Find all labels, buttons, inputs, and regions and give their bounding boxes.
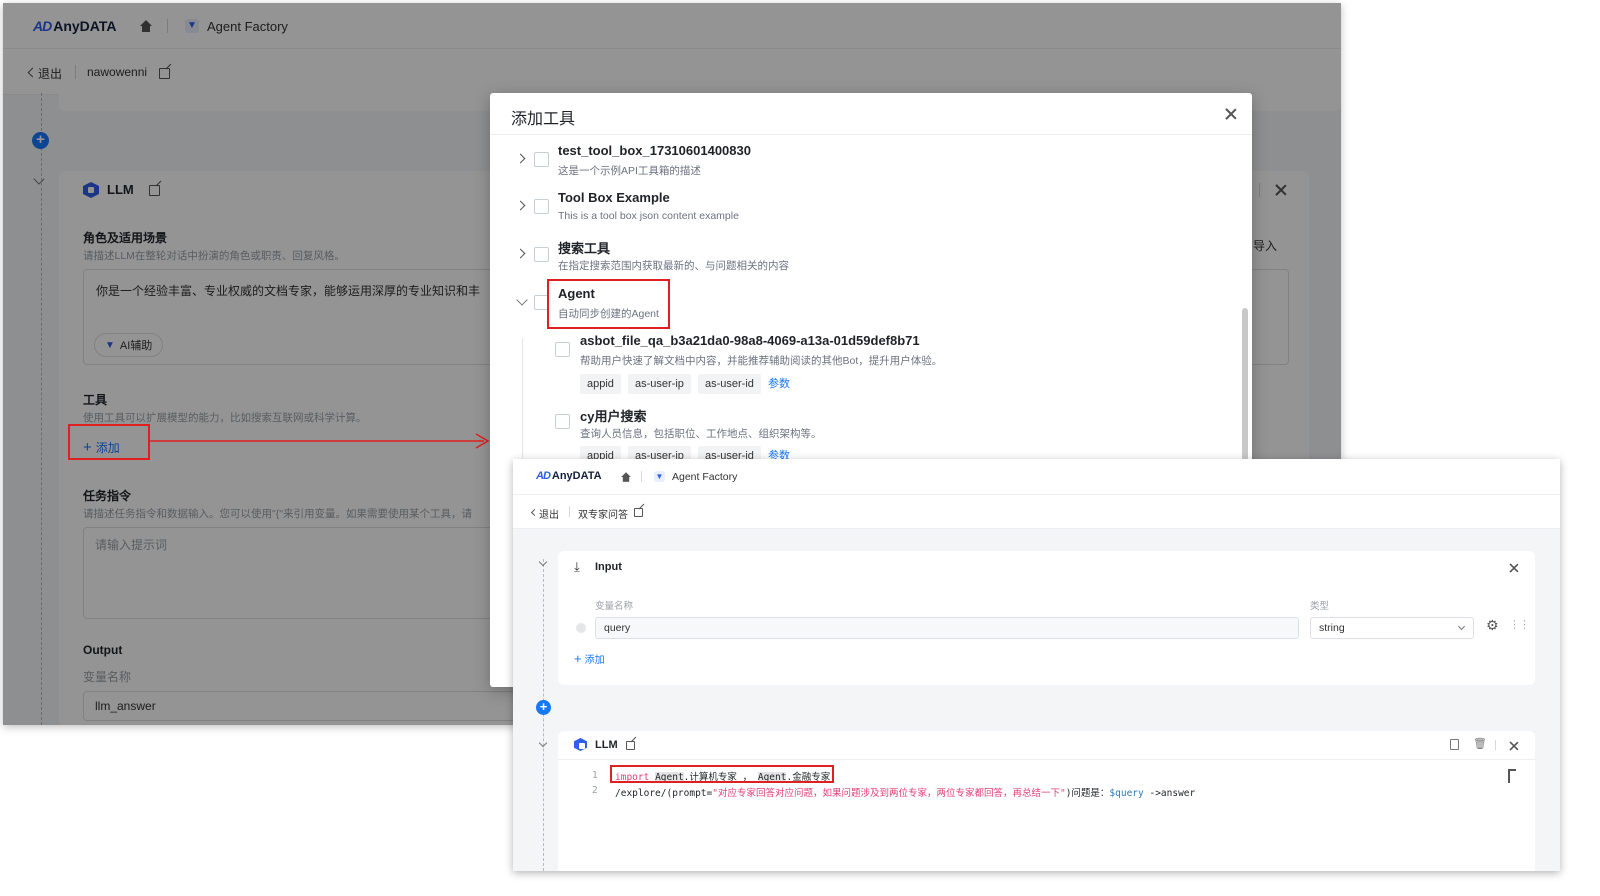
expand-chevron-icon[interactable] bbox=[515, 248, 526, 259]
tool-name: test_tool_box_17310601400830 bbox=[558, 143, 751, 158]
collapse-chevron-icon[interactable] bbox=[516, 294, 528, 306]
annotation-box bbox=[547, 279, 670, 329]
agent-name: 双专家问答 bbox=[578, 510, 628, 521]
tool-name: 搜索工具 bbox=[558, 241, 611, 256]
close-icon[interactable] bbox=[1509, 741, 1519, 751]
subtool-checkbox[interactable] bbox=[555, 414, 570, 429]
chevron-down-icon bbox=[1457, 622, 1466, 631]
divider bbox=[569, 506, 570, 517]
tool-desc: 这是一个示例API工具箱的描述 bbox=[558, 165, 701, 177]
code-text: ->answer bbox=[1143, 788, 1196, 799]
param-tag: as-user-id bbox=[698, 374, 761, 394]
type-value: string bbox=[1319, 622, 1345, 634]
param-tag: appid bbox=[580, 374, 621, 394]
tool-checkbox[interactable] bbox=[534, 247, 549, 262]
code-string: "对应专家回答对应问题，如果问题涉及到两位专家，两位专家都回答，再总结一下" bbox=[712, 788, 1066, 799]
tool-desc: This is a tool box json content example bbox=[558, 210, 739, 222]
back-chevron-icon[interactable] bbox=[530, 508, 539, 517]
agent-factory-icon: ▼ bbox=[654, 471, 665, 482]
tool-checkbox[interactable] bbox=[534, 152, 549, 167]
line-number: 1 bbox=[592, 770, 598, 781]
chevron-down-icon[interactable] bbox=[538, 738, 548, 748]
line-number: 2 bbox=[592, 785, 598, 796]
subtool-desc: 查询人员信息，包括职位、工作地点、组织架构等。 bbox=[580, 428, 822, 440]
subtool-name: cy用户搜索 bbox=[580, 409, 647, 424]
tool-desc: 在指定搜索范围内获取最新的、与问题相关的内容 bbox=[558, 260, 789, 272]
plus-icon: + bbox=[574, 651, 582, 666]
llm-icon bbox=[574, 738, 587, 751]
llm-node-title: LLM bbox=[595, 739, 618, 751]
tree-guide-line bbox=[522, 338, 523, 458]
add-variable-button[interactable]: + 添加 bbox=[574, 651, 605, 666]
llm-node-card: LLM 🗑 1 import Agent.计算机专家 ， Agent.金融专家 … bbox=[558, 731, 1535, 871]
document-icon[interactable] bbox=[1450, 739, 1459, 750]
var-name-value: query bbox=[604, 622, 631, 634]
back-button[interactable]: 退出 bbox=[539, 506, 559, 521]
brand-mark: AD bbox=[536, 470, 551, 482]
chevron-down-icon[interactable] bbox=[538, 557, 548, 567]
brand-logo[interactable]: AD AnyDATA bbox=[536, 470, 602, 482]
sub-bar: 退出 双专家问答 bbox=[513, 495, 1560, 529]
tool-name: Tool Box Example bbox=[558, 190, 670, 205]
input-node-title: Input bbox=[595, 561, 622, 573]
text-cursor-icon bbox=[1508, 769, 1516, 783]
annotation-arrow bbox=[148, 433, 490, 449]
top-bar: AD AnyDATA ▼ Agent Factory bbox=[513, 459, 1560, 495]
brand-name: AnyDATA bbox=[551, 470, 602, 482]
annotation-box bbox=[68, 424, 150, 460]
download-icon: ⤓ bbox=[574, 559, 580, 574]
subtool-desc: 帮助用户快速了解文档中内容，并能推荐辅助阅读的其他Bot，提升用户体验。 bbox=[580, 355, 943, 367]
drag-handle-icon[interactable]: ⋮⋮ bbox=[1509, 618, 1530, 631]
modal-close-icon[interactable] bbox=[1225, 108, 1237, 120]
flow-line bbox=[543, 559, 544, 871]
subtool-name: asbot_file_qa_b3a21da0-98a8-4069-a13a-01… bbox=[580, 333, 920, 348]
expand-chevron-icon[interactable] bbox=[515, 200, 526, 211]
tool-checkbox[interactable] bbox=[534, 199, 549, 214]
drag-dot-icon[interactable] bbox=[576, 623, 586, 633]
code-line-2[interactable]: /explore/(prompt="对应专家回答对应问题，如果问题涉及到两位专家… bbox=[615, 785, 1195, 799]
app-name[interactable]: Agent Factory bbox=[672, 471, 737, 483]
edit-icon[interactable] bbox=[626, 741, 635, 750]
input-node-card: ⤓ Input 变量名称 类型 query string ⚙ ⋮⋮ + 添加 bbox=[558, 551, 1535, 685]
var-name-input[interactable]: query bbox=[595, 617, 1299, 639]
annotation-box bbox=[610, 765, 834, 783]
var-name-label: 变量名称 bbox=[595, 601, 634, 612]
trash-icon[interactable]: 🗑 bbox=[1473, 737, 1487, 750]
type-select[interactable]: string bbox=[1310, 617, 1474, 639]
edit-icon[interactable] bbox=[634, 508, 643, 517]
modal-header: 添加工具 bbox=[490, 93, 1252, 135]
param-tag: as-user-ip bbox=[628, 374, 691, 394]
settings-icon[interactable]: ⚙ bbox=[1486, 617, 1499, 634]
subtool-checkbox[interactable] bbox=[555, 342, 570, 357]
second-window: AD AnyDATA ▼ Agent Factory 退出 双专家问答 ⤓ In… bbox=[513, 459, 1560, 871]
divider bbox=[641, 471, 642, 482]
close-icon[interactable] bbox=[1509, 563, 1519, 573]
type-label: 类型 bbox=[1310, 601, 1330, 612]
code-variable: $query bbox=[1109, 788, 1144, 799]
divider bbox=[558, 759, 1535, 760]
divider bbox=[1495, 740, 1496, 750]
add-node-button[interactable]: + bbox=[536, 700, 551, 715]
home-icon[interactable] bbox=[620, 472, 631, 482]
code-text: )问题是： bbox=[1065, 788, 1110, 799]
params-link[interactable]: 参数 bbox=[768, 374, 790, 394]
expand-chevron-icon[interactable] bbox=[515, 153, 526, 164]
code-text: /explore/(prompt= bbox=[615, 788, 713, 799]
add-variable-label: 添加 bbox=[584, 655, 605, 666]
modal-title: 添加工具 bbox=[511, 111, 576, 128]
